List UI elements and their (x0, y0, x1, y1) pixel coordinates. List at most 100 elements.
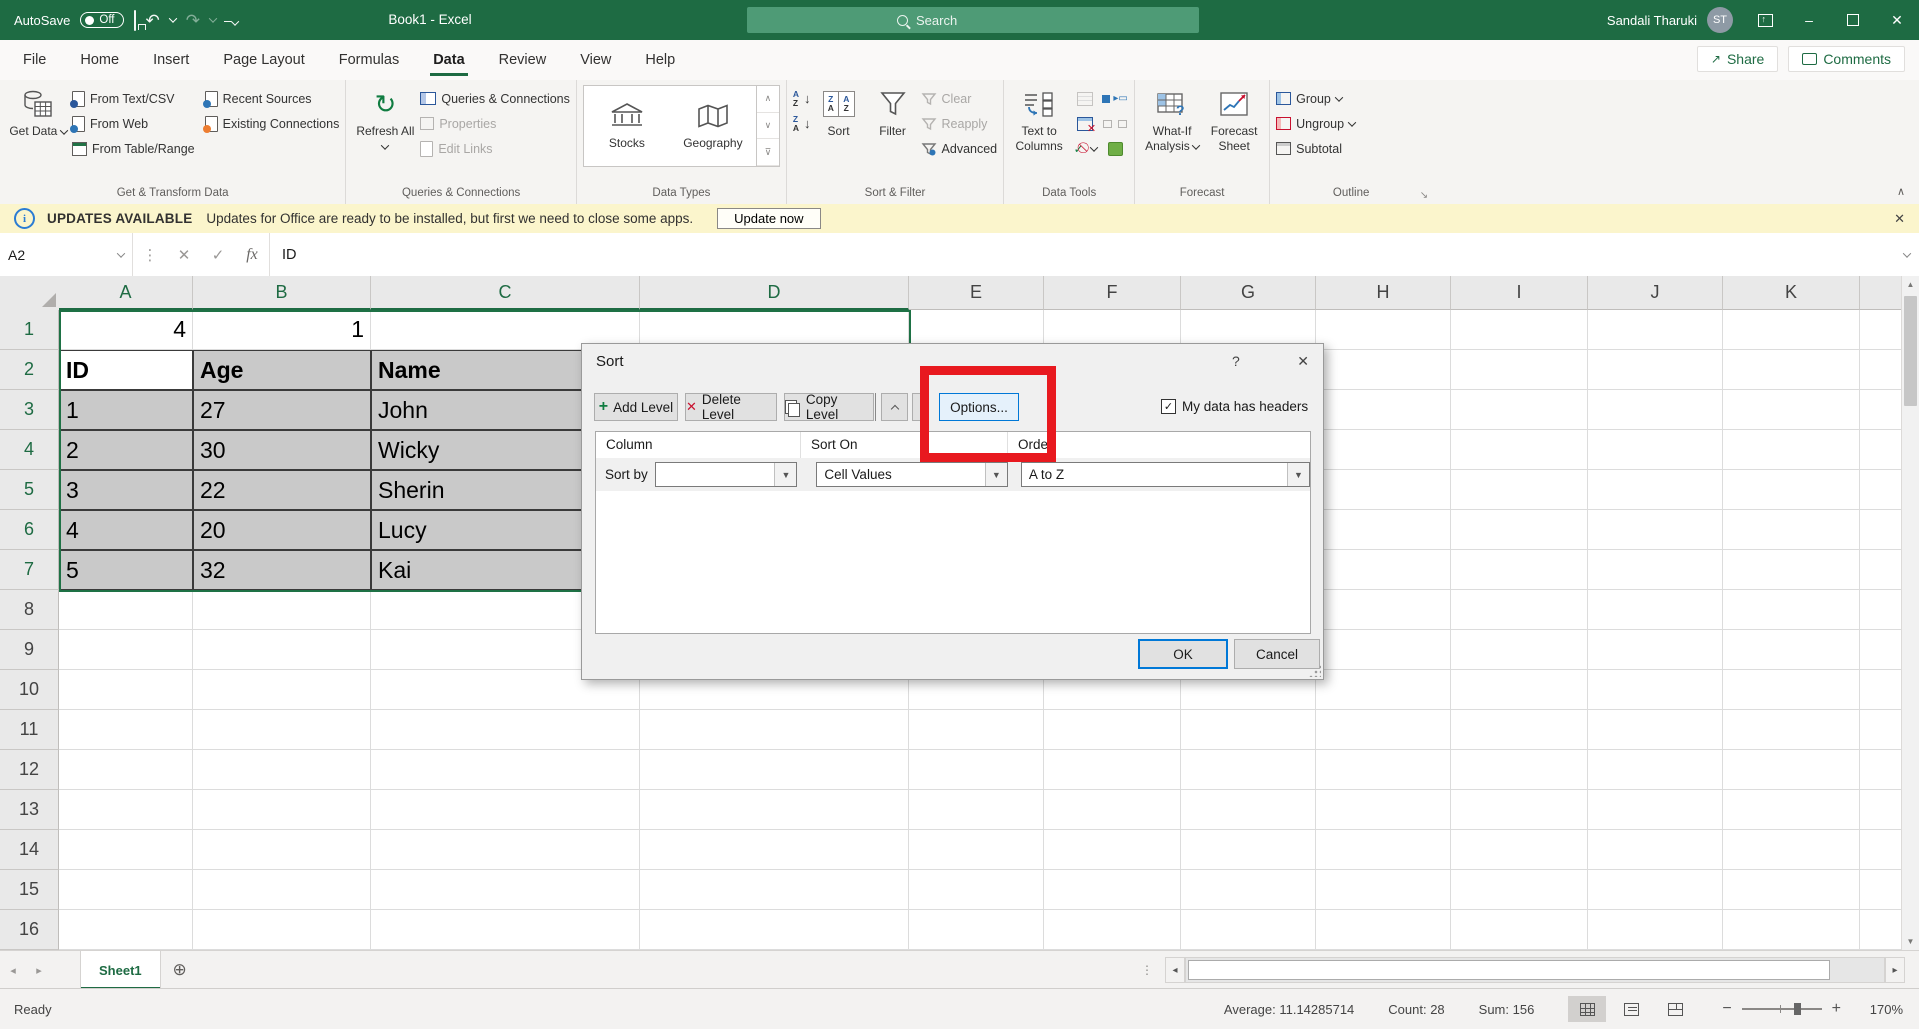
sheet-nav-right-icon[interactable]: ▸ (26, 951, 52, 989)
cell[interactable] (193, 630, 371, 670)
cancel-button[interactable]: Cancel (1234, 639, 1320, 669)
cell[interactable] (1860, 510, 1902, 550)
cell[interactable] (1723, 670, 1860, 710)
column-header[interactable]: E (909, 276, 1044, 310)
column-header[interactable]: J (1588, 276, 1723, 310)
cell[interactable]: 27 (193, 390, 371, 430)
cell[interactable] (1723, 710, 1860, 750)
cell[interactable] (1860, 870, 1902, 910)
gallery-up-icon[interactable]: ∧ (757, 86, 779, 113)
existing-connections-button[interactable]: Existing Connections (205, 111, 340, 136)
cell[interactable] (59, 590, 193, 630)
cell[interactable] (1316, 310, 1451, 350)
cell[interactable] (1181, 750, 1316, 790)
cell[interactable] (193, 670, 371, 710)
column-header[interactable]: F (1044, 276, 1181, 310)
zoom-percentage[interactable]: 170% (1859, 1002, 1903, 1017)
column-header[interactable]: K (1723, 276, 1860, 310)
sheet-tab-sheet1[interactable]: Sheet1 (80, 951, 161, 989)
cell[interactable] (1316, 470, 1451, 510)
autosave-toggle[interactable]: Off (80, 12, 123, 28)
cell[interactable] (1588, 550, 1723, 590)
comments-button[interactable]: Comments (1788, 46, 1905, 72)
cell[interactable] (1723, 910, 1860, 950)
tab-home[interactable]: Home (63, 40, 136, 80)
cell[interactable] (1723, 390, 1860, 430)
scroll-down-icon[interactable]: ▼ (1902, 933, 1919, 950)
cell[interactable] (371, 870, 640, 910)
cell[interactable] (909, 790, 1044, 830)
cell[interactable] (1588, 470, 1723, 510)
cell[interactable] (1860, 310, 1902, 350)
column-header[interactable]: B (193, 276, 371, 310)
cell[interactable] (1860, 350, 1902, 390)
cell[interactable] (1860, 470, 1902, 510)
cell[interactable] (1723, 830, 1860, 870)
from-text-csv-button[interactable]: From Text/CSV (72, 86, 195, 111)
tab-data[interactable]: Data (416, 40, 481, 80)
cell[interactable] (640, 710, 909, 750)
sheet-nav-left-icon[interactable]: ◂ (0, 951, 26, 989)
column-header[interactable]: D (640, 276, 909, 310)
cell[interactable] (1588, 910, 1723, 950)
cell[interactable]: 1 (193, 310, 371, 350)
order-dropdown[interactable]: A to Z ▼ (1021, 462, 1310, 487)
row-header[interactable]: 9 (0, 630, 59, 670)
cell[interactable] (1044, 750, 1181, 790)
gallery-more-icon[interactable]: ⊽ (757, 139, 779, 166)
row-header[interactable]: 16 (0, 910, 59, 950)
cell[interactable]: 5 (59, 550, 193, 590)
row-header[interactable]: 14 (0, 830, 59, 870)
cell[interactable] (59, 750, 193, 790)
cell[interactable] (1860, 590, 1902, 630)
dropdown-arrow-icon[interactable]: ▼ (774, 463, 796, 486)
cell[interactable] (1723, 350, 1860, 390)
refresh-all-button[interactable]: ↻ Refresh All (352, 83, 418, 154)
cell[interactable] (1451, 390, 1588, 430)
cell[interactable] (1316, 510, 1451, 550)
cell[interactable]: 30 (193, 430, 371, 470)
cell[interactable] (193, 590, 371, 630)
cell[interactable] (1451, 510, 1588, 550)
from-table-range-button[interactable]: From Table/Range (72, 136, 195, 161)
tab-insert[interactable]: Insert (136, 40, 206, 80)
avatar[interactable]: ST (1707, 7, 1733, 33)
cell[interactable] (1316, 670, 1451, 710)
row-header[interactable]: 11 (0, 710, 59, 750)
cell[interactable] (371, 790, 640, 830)
row-header[interactable]: 13 (0, 790, 59, 830)
cell[interactable] (1451, 790, 1588, 830)
cell[interactable] (1860, 670, 1902, 710)
consolidate-icon[interactable]: ▸▭ (1102, 86, 1127, 111)
geography-button[interactable]: Geography (670, 86, 756, 166)
cell[interactable] (1451, 590, 1588, 630)
sort-ascending-button[interactable]: AZ↓ (793, 86, 811, 111)
cell[interactable] (1723, 590, 1860, 630)
from-web-button[interactable]: From Web (72, 111, 195, 136)
data-validation-icon[interactable]: ✓⃠ (1074, 136, 1097, 161)
cell[interactable] (1044, 790, 1181, 830)
cell[interactable] (1451, 910, 1588, 950)
cell[interactable] (909, 750, 1044, 790)
name-box-dropdown-icon[interactable] (117, 249, 125, 257)
cell[interactable] (1316, 870, 1451, 910)
undo-icon[interactable]: ↶ (146, 12, 160, 29)
zoom-slider[interactable] (1742, 1008, 1822, 1010)
remove-duplicates-icon[interactable]: ✕ (1077, 111, 1093, 136)
scroll-up-icon[interactable]: ▲ (1902, 276, 1919, 293)
cell[interactable] (640, 830, 909, 870)
manage-data-model-icon[interactable] (1108, 136, 1123, 161)
cell[interactable] (1860, 710, 1902, 750)
cell[interactable] (193, 830, 371, 870)
add-sheet-icon[interactable]: ⊕ (161, 951, 199, 989)
cell[interactable] (1181, 910, 1316, 950)
cell[interactable] (1451, 430, 1588, 470)
add-level-button[interactable]: + Add Level (594, 393, 678, 421)
cell[interactable] (909, 830, 1044, 870)
cell[interactable] (1860, 430, 1902, 470)
horizontal-scrollbar[interactable]: ◂ ▸ (1165, 958, 1905, 982)
group-rows-button[interactable]: Group (1276, 86, 1355, 111)
cell[interactable] (1588, 710, 1723, 750)
dialog-help-icon[interactable]: ? (1232, 353, 1240, 369)
cell[interactable] (1316, 910, 1451, 950)
